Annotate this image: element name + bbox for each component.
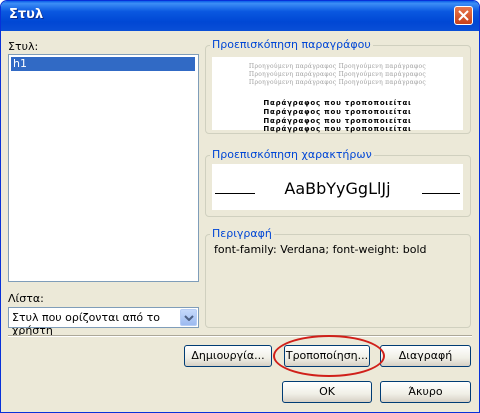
preview-sample-line: Παράγραφος που τροποποιείται xyxy=(263,108,412,116)
preview-prev-line: Προηγούμενη παράγραφος Προηγούμενη παράγ… xyxy=(248,71,427,78)
description-title: Περιγραφή xyxy=(210,227,274,240)
dropdown-button[interactable] xyxy=(180,309,197,326)
paragraph-preview-title: Προεπισκόπηση παραγράφου xyxy=(210,38,373,51)
close-button[interactable] xyxy=(454,6,473,25)
new-button[interactable]: Δημιουργία... xyxy=(184,345,272,367)
paragraph-preview: Προηγούμενη παράγραφος Προηγούμενη παράγ… xyxy=(212,57,463,133)
list-filter-label: Λίστα: xyxy=(8,292,44,305)
separator xyxy=(8,335,472,337)
preview-rule-right xyxy=(422,193,460,194)
style-dialog: Στυλ Στυλ: h1 Λίστα: Στυλ που ορίζονται … xyxy=(0,0,480,413)
delete-button[interactable]: Διαγραφή xyxy=(380,345,471,367)
cancel-button[interactable]: Άκυρο xyxy=(380,381,471,403)
list-filter-select[interactable]: Στυλ που ορίζονται από το χρήστη xyxy=(8,307,199,337)
list-item[interactable]: h1 xyxy=(11,57,195,71)
preview-prev-line: Προηγούμενη παράγραφος Προηγούμενη παράγ… xyxy=(248,63,427,70)
preview-sample-line: Παράγραφος που τροποποιείται xyxy=(263,99,412,107)
preview-sample-line: Παράγραφος που τροποποιείται xyxy=(263,125,412,133)
char-preview: AaBbYyGgLlJj xyxy=(212,164,463,210)
close-icon xyxy=(458,10,469,21)
list-filter-value: Στυλ που ορίζονται από το χρήστη xyxy=(12,311,160,337)
styles-label: Στυλ: xyxy=(8,40,39,53)
char-preview-title: Προεπισκόπηση χαρακτήρων xyxy=(210,148,374,161)
dialog-title: Στυλ xyxy=(9,7,44,22)
char-preview-sample: AaBbYyGgLlJj xyxy=(284,179,391,198)
styles-list[interactable]: h1 xyxy=(8,54,199,282)
highlight-oval xyxy=(273,335,385,377)
chevron-down-icon xyxy=(184,315,194,321)
preview-sample-line: Παράγραφος που τροποποιείται xyxy=(263,117,412,125)
ok-button[interactable]: OK xyxy=(282,381,372,403)
preview-prev-line: Προηγούμενη παράγραφος Προηγούμενη παράγ… xyxy=(248,79,427,86)
title-bar[interactable]: Στυλ xyxy=(1,1,479,31)
description-text: font-family: Verdana; font-weight: bold xyxy=(214,243,427,256)
